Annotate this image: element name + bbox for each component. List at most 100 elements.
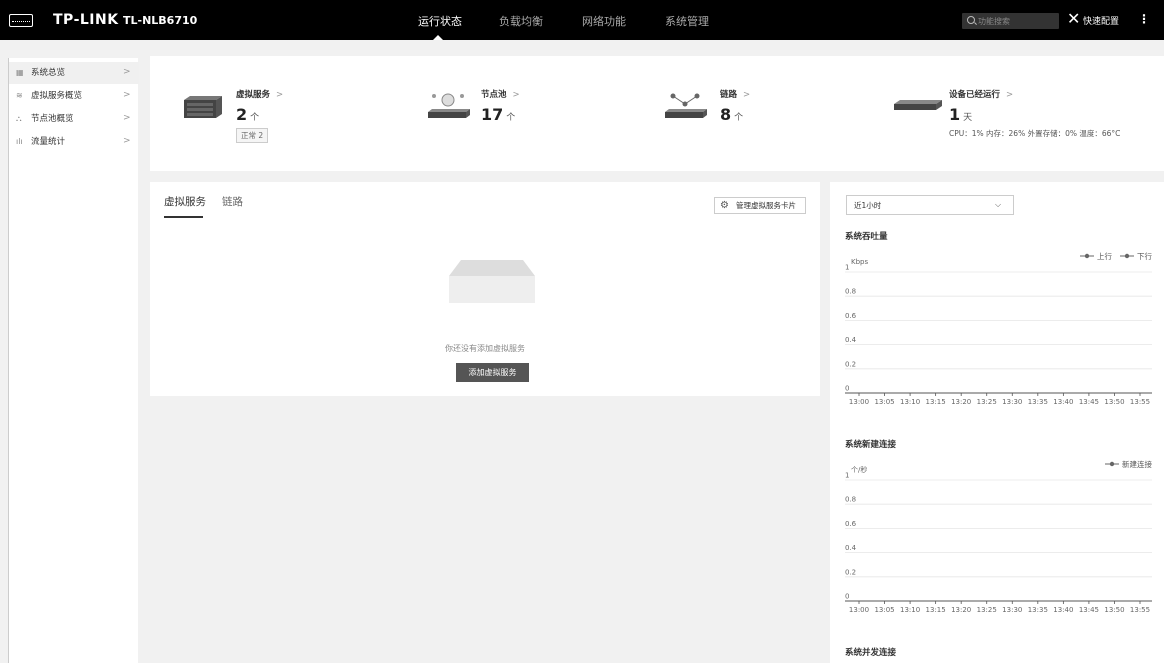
y-axis-unit-label: 个/秒 [851, 465, 867, 474]
x-tick-label: 13:45 [1079, 606, 1099, 614]
brand-logo: TP-LINK [53, 12, 119, 28]
y-tick-label: 1 [845, 472, 849, 480]
x-tick-label: 13:50 [1104, 398, 1124, 406]
x-tick-label: 13:20 [951, 398, 971, 406]
server-icon [184, 96, 222, 118]
sidebar-item-label: 节点池概览 [31, 114, 74, 124]
concurrent-connections-chart-title: 系统并发连接 [845, 648, 897, 658]
x-tick-label: 13:15 [926, 398, 946, 406]
x-tick-label: 13:45 [1079, 398, 1099, 406]
virtual-service-panel: 虚拟服务 链路 ⚙ 管理虚拟服务卡片 你还没有添加虚拟服务 添加虚拟服务 [150, 182, 820, 396]
nav-tab-running-status[interactable]: 运行状态 [418, 13, 462, 29]
y-tick-label: 0.6 [845, 312, 857, 320]
active-nav-indicator [433, 35, 443, 40]
sidebar-item-label: 流量统计 [31, 137, 66, 147]
layers-icon: ≋ [16, 91, 23, 100]
nav-tab-system-management[interactable]: 系统管理 [665, 13, 709, 29]
empty-state-text: 你还没有添加虚拟服务 [445, 344, 525, 353]
virtual-service-link[interactable]: 虚拟服务 > [236, 88, 283, 100]
virtual-service-count: 2个 [236, 105, 260, 124]
uptime-days: 1天 [949, 105, 973, 124]
charts-panel: 近1小时 ⌵ 系统吞吐量 Kbps 0 0.2 0.4 0.6 0.8 1 13:00 13:0… [830, 182, 1164, 663]
feature-search[interactable] [962, 13, 1059, 29]
sidebar-item-traffic-stats[interactable]: ılı 流量统计 > [9, 131, 139, 153]
quick-config-icon[interactable]: ✕ [1067, 11, 1080, 27]
tab-links[interactable]: 链路 [222, 194, 243, 209]
x-tick-label: 13:30 [1002, 398, 1022, 406]
sidebar-item-system-overview[interactable]: ▦ 系统总览 > [9, 62, 139, 84]
links-link[interactable]: 链路 > [720, 88, 750, 100]
y-axis-unit-label: Kbps [851, 258, 868, 266]
y-tick-label: 0.2 [845, 360, 856, 368]
x-tick-label: 13:50 [1104, 606, 1124, 614]
top-bar: TP-LINK TL-NLB6710 运行状态 负载均衡 网络功能 系统管理 ✕… [0, 0, 1164, 40]
nav-tab-load-balancing[interactable]: 负载均衡 [499, 13, 543, 29]
empty-box-icon [449, 260, 535, 303]
chevron-right-icon: > [123, 136, 131, 146]
legend-label: 新建连接 [1122, 459, 1152, 469]
chevron-right-icon: > [123, 67, 131, 77]
x-tick-label: 13:55 [1130, 606, 1150, 614]
x-tick-label: 13:10 [900, 606, 920, 614]
new-connections-chart-title: 系统新建连接 [845, 440, 897, 450]
x-tick-label: 13:05 [874, 398, 894, 406]
status-badge: 正常 2 [236, 128, 269, 143]
node-pool-icon [428, 93, 470, 118]
links-count: 8个 [720, 105, 744, 124]
uptime-link[interactable]: 设备已经运行 > [949, 88, 1013, 100]
legend-marker [1124, 253, 1130, 259]
quick-config-button[interactable]: 快速配置 [1083, 14, 1119, 27]
device-icon [894, 100, 942, 110]
grid-icon: ▦ [16, 68, 24, 77]
x-tick-label: 13:25 [977, 606, 997, 614]
search-icon [967, 16, 975, 24]
active-tab-indicator [164, 216, 203, 218]
time-range-value: 近1小时 [854, 201, 882, 210]
x-tick-label: 13:30 [1002, 606, 1022, 614]
y-tick-label: 1 [845, 264, 849, 272]
throughput-chart: Kbps 0 0.2 0.4 0.6 0.8 1 13:00 13:05 13:10 13:15 13… [845, 251, 1153, 406]
tab-virtual-service[interactable]: 虚拟服务 [164, 194, 206, 209]
x-tick-label: 13:00 [849, 398, 869, 406]
chevron-down-icon: ⌵ [995, 200, 1002, 209]
more-menu-icon[interactable]: ⋮ [1138, 12, 1150, 26]
x-tick-label: 13:35 [1028, 606, 1048, 614]
y-tick-label: 0.4 [845, 336, 857, 344]
node-pool-link[interactable]: 节点池 > [481, 88, 520, 100]
legend-label: 上行 [1097, 251, 1113, 261]
x-tick-label: 13:55 [1130, 398, 1150, 406]
x-tick-label: 13:40 [1053, 398, 1073, 406]
x-tick-label: 13:05 [874, 606, 894, 614]
y-tick-label: 0 [845, 385, 849, 393]
resource-usage: CPU：1% 内存：26% 外置存储：0% 温度：66°C [949, 129, 1121, 138]
chevron-right-icon: > [123, 90, 131, 100]
chevron-right-icon: > [123, 113, 131, 123]
sidebar: ▦ 系统总览 > ≋ 虚拟服务概览 > ⛬ 节点池概览 > ılı 流量统计 > [8, 58, 139, 663]
time-range-select[interactable]: 近1小时 ⌵ [846, 195, 1014, 215]
link-topology-icon [665, 93, 707, 118]
x-tick-label: 13:15 [926, 606, 946, 614]
sidebar-item-virtual-service-overview[interactable]: ≋ 虚拟服务概览 > [9, 85, 139, 107]
nodes-icon: ⛬ [16, 114, 22, 123]
x-tick-label: 13:20 [951, 606, 971, 614]
x-tick-label: 13:35 [1028, 398, 1048, 406]
sidebar-item-node-pool-overview[interactable]: ⛬ 节点池概览 > [9, 108, 139, 130]
throughput-chart-title: 系统吞吐量 [845, 232, 888, 242]
legend-marker [1109, 461, 1115, 467]
y-tick-label: 0.8 [845, 496, 856, 504]
x-tick-label: 13:40 [1053, 606, 1073, 614]
manage-cards-button[interactable]: ⚙ 管理虚拟服务卡片 [714, 197, 806, 214]
node-pool-count: 17 个 [481, 105, 516, 124]
summary-card: 虚拟服务 > 2个 正常 2 节点池 > 17 个 链路 > 8个 设备已经运行 > 1天… [150, 56, 1164, 171]
legend-marker [1084, 253, 1090, 259]
add-virtual-service-button[interactable]: 添加虚拟服务 [456, 363, 529, 382]
y-tick-label: 0.8 [845, 288, 856, 296]
sidebar-item-label: 虚拟服务概览 [31, 91, 83, 101]
x-tick-label: 13:25 [977, 398, 997, 406]
nav-tab-network-functions[interactable]: 网络功能 [582, 13, 626, 29]
device-model: TL-NLB6710 [123, 14, 198, 27]
y-tick-label: 0.6 [845, 520, 857, 528]
search-input[interactable] [978, 14, 1054, 28]
x-tick-label: 13:00 [849, 606, 869, 614]
bar-chart-icon: ılı [16, 137, 23, 146]
